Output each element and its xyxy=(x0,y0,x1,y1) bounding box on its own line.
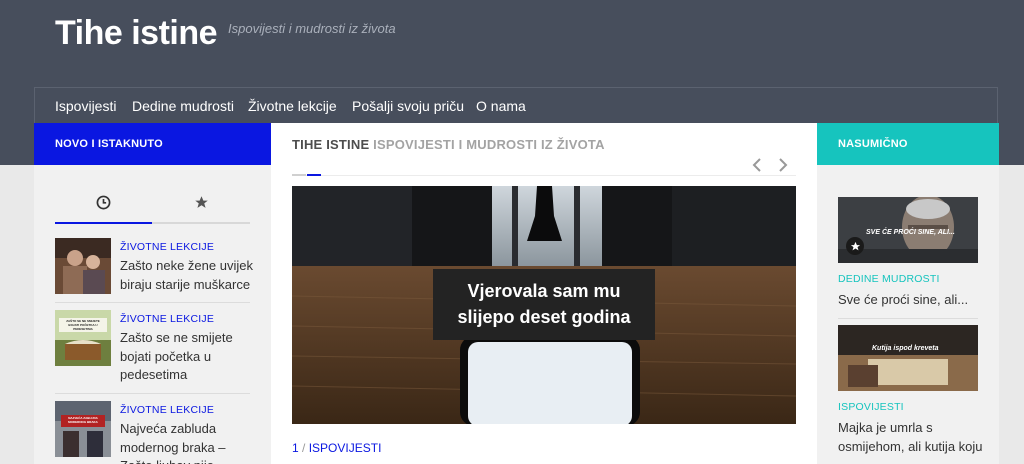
card-image-caption: SVE ĆE PROĆI SINE, ALI... xyxy=(866,229,955,236)
divider xyxy=(55,393,250,394)
featured-slider: TIHE ISTINE ISPOVIJESTI I MUDROSTI IZ ŽI… xyxy=(271,123,817,464)
nav-item-zivotne-lekcije[interactable]: Životne lekcije xyxy=(248,98,337,114)
slider-heading-bold: TIHE ISTINE xyxy=(292,137,370,152)
post-thumbnail[interactable] xyxy=(55,238,111,294)
thumb-caption: NAJVEĆA ZABLUDA MODERNOG BRAKA xyxy=(68,416,98,424)
slide-indicator-inactive[interactable] xyxy=(292,174,306,176)
list-item[interactable]: ŽIVOTNE LEKCIJE Zašto neke žene uvijek b… xyxy=(55,238,253,298)
nav-item-posalji-pricu[interactable]: Pošalji svoju priču xyxy=(352,98,464,114)
post-category[interactable]: ŽIVOTNE LEKCIJE xyxy=(120,313,214,325)
slide-category[interactable]: ISPOVIJESTI xyxy=(309,441,382,455)
star-badge-icon xyxy=(846,237,864,255)
clock-icon xyxy=(96,195,111,210)
heading-rule xyxy=(292,175,796,176)
slider-heading: TIHE ISTINE ISPOVIJESTI I MUDROSTI IZ ŽI… xyxy=(292,137,605,152)
card-category[interactable]: ISPOVIJESTI xyxy=(838,401,904,413)
slide-meta: 1 / ISPOVIJESTI xyxy=(292,441,381,455)
hero-caption-line2: slijepo deset godina xyxy=(457,307,631,327)
slide-number: 1 xyxy=(292,441,299,455)
left-sidebar-heading: NOVO I ISTAKNUTO xyxy=(34,123,271,165)
nav-item-dedine-mudrosti[interactable]: Dedine mudrosti xyxy=(132,98,234,114)
featured-image[interactable]: Vjerovala sam mu slijepo deset godina xyxy=(292,186,796,424)
chevron-right-icon[interactable] xyxy=(777,157,789,173)
site-title[interactable]: Tihe istine xyxy=(55,14,218,53)
random-card[interactable]: SVE ĆE PROĆI SINE, ALI... DEDINE MUDROST… xyxy=(838,197,978,317)
right-sidebar-heading: NASUMIČNO xyxy=(817,123,999,165)
slider-arrows xyxy=(751,155,791,175)
nav-item-ispovijesti[interactable]: Ispovijesti xyxy=(55,98,116,114)
post-title[interactable]: Zašto se ne smijete bojati početka u ped… xyxy=(120,329,255,385)
post-thumbnail[interactable]: ZAŠTO SE NE SMIJETE BOJATI POČETKA U PED… xyxy=(55,310,111,366)
list-item[interactable]: NAJVEĆA ZABLUDA MODERNOG BRAKA ŽIVOTNE L… xyxy=(55,401,251,464)
tab-featured[interactable] xyxy=(153,185,250,223)
card-image[interactable]: Kutija ispod kreveta xyxy=(838,325,978,391)
card-image-caption: Kutija ispod kreveta xyxy=(872,345,939,352)
card-category[interactable]: DEDINE MUDROSTI xyxy=(838,273,940,285)
post-thumbnail[interactable]: NAJVEĆA ZABLUDA MODERNOG BRAKA xyxy=(55,401,111,457)
hero-caption: Vjerovala sam mu slijepo deset godina xyxy=(433,269,655,340)
slide-indicator-active[interactable] xyxy=(307,174,321,176)
divider xyxy=(55,302,250,303)
card-image[interactable]: SVE ĆE PROĆI SINE, ALI... xyxy=(838,197,978,263)
tab-active-indicator xyxy=(55,222,152,224)
main-nav: Ispovijesti Dedine mudrosti Životne lekc… xyxy=(34,87,998,123)
card-title[interactable]: Majka je umrla s osmijehom, ali kutija k… xyxy=(838,419,988,456)
post-title[interactable]: Najveća zabluda modernog braka – Zašto l… xyxy=(120,420,255,464)
nav-item-o-nama[interactable]: O nama xyxy=(476,98,526,114)
slider-heading-light: ISPOVIJESTI I MUDROSTI IZ ŽIVOTA xyxy=(373,137,605,152)
thumb-caption: ZAŠTO SE NE SMIJETE BOJATI POČETKA U PED… xyxy=(66,319,100,331)
random-card[interactable]: Kutija ispod kreveta ISPOVIJESTI Majka j… xyxy=(838,325,983,464)
post-title[interactable]: Zašto neke žene uvijek biraju starije mu… xyxy=(120,257,255,294)
site-tagline: Ispovijesti i mudrosti iz života xyxy=(228,21,396,36)
list-item[interactable]: ZAŠTO SE NE SMIJETE BOJATI POČETKA U PED… xyxy=(55,310,251,390)
card-title[interactable]: Sve će proći sine, ali... xyxy=(838,291,988,310)
chevron-left-icon[interactable] xyxy=(751,157,763,173)
right-sidebar: NASUMIČNO SVE ĆE PROĆI SINE, ALI... DEDI… xyxy=(817,123,999,464)
tab-recent[interactable] xyxy=(55,185,152,223)
post-category[interactable]: ŽIVOTNE LEKCIJE xyxy=(120,404,214,416)
sidebar-tabs xyxy=(55,185,250,225)
meta-separator: / xyxy=(302,441,306,455)
star-icon xyxy=(195,196,208,208)
left-sidebar: NOVO I ISTAKNUTO ŽIVOTNE LEKCIJE Zašto n… xyxy=(34,123,271,464)
divider xyxy=(838,318,978,319)
post-category[interactable]: ŽIVOTNE LEKCIJE xyxy=(120,241,214,253)
hero-caption-line1: Vjerovala sam mu xyxy=(467,281,621,301)
